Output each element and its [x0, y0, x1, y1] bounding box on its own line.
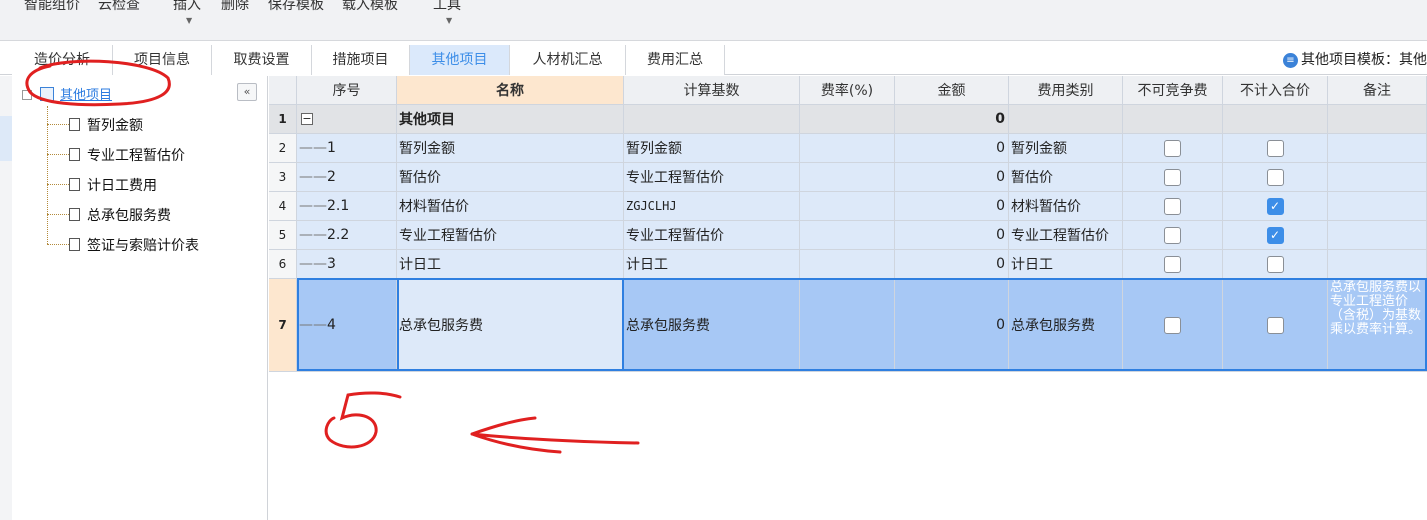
non-competitive-checkbox[interactable] [1164, 255, 1181, 273]
column-header-base[interactable]: 计算基数 [624, 76, 800, 105]
column-header-seq[interactable]: 序号 [297, 76, 397, 105]
tree-item-general-contract-fee[interactable]: 总承包服务费 [47, 205, 171, 225]
exclude-checkbox[interactable] [1266, 316, 1284, 334]
table-row[interactable]: 1 − 其他项目 0 [269, 105, 1427, 134]
document-icon [69, 148, 80, 161]
collapse-group-icon[interactable]: − [301, 113, 313, 125]
tree-side-strip [0, 76, 12, 520]
load-template-button[interactable]: 载入模板 [342, 0, 398, 14]
document-icon [69, 178, 80, 191]
tab-other-items[interactable]: 其他项目 [410, 45, 510, 75]
folder-icon [40, 87, 54, 101]
delete-button[interactable]: 删除 [221, 0, 249, 14]
insert-dropdown-icon[interactable]: ▼ [186, 16, 192, 25]
tree-item-daywork[interactable]: 计日工费用 [47, 175, 157, 195]
template-selector[interactable]: ≡ 其他项目模板：其他 [1283, 49, 1427, 69]
column-header-note[interactable]: 备注 [1328, 76, 1427, 105]
table-row[interactable]: 4 —— 2.1 材料暂估价 ZGJCLHJ 0 材料暂估价 ✓ [269, 192, 1427, 221]
column-header-amount[interactable]: 金额 [895, 76, 1009, 105]
tree-item-specialty-estimate[interactable]: 专业工程暂估价 [47, 145, 185, 165]
exclude-checkbox[interactable] [1266, 168, 1284, 186]
template-icon: ≡ [1283, 53, 1298, 68]
grid-header: 序号 名称 计算基数 费率(%) 金额 费用类别 不可竞争费 不计入合价 备注 [269, 76, 1427, 105]
tree-root-label: 其他项目 [60, 88, 113, 103]
document-icon [69, 208, 80, 221]
table-row-selected[interactable]: 7 —— 4 总承包服务费 总承包服务费 0 总承包服务费 总承包服务费以专业工… [269, 279, 1427, 372]
document-icon [69, 238, 80, 251]
exclude-checkbox-checked[interactable]: ✓ [1266, 197, 1284, 215]
exclude-checkbox[interactable] [1266, 255, 1284, 273]
non-competitive-checkbox[interactable] [1164, 139, 1181, 157]
tab-fee-settings[interactable]: 取费设置 [212, 45, 312, 75]
exclude-checkbox-checked[interactable]: ✓ [1266, 226, 1284, 244]
document-icon [69, 118, 80, 131]
non-competitive-checkbox[interactable] [1164, 316, 1181, 334]
non-competitive-checkbox[interactable] [1164, 197, 1181, 215]
table-row[interactable]: 3 —— 2 暂估价 专业工程暂估价 0 暂估价 [269, 163, 1427, 192]
insert-button[interactable]: 插入 [173, 0, 201, 14]
non-competitive-checkbox[interactable] [1164, 168, 1181, 186]
tools-button[interactable]: 工具 [433, 0, 461, 14]
item-tree-panel: « 其他项目 暂列金额 专业工程暂估价 计日工费用 总承包服务费 签证与索赔计价… [0, 76, 268, 520]
smart-pricing-button[interactable]: 智能组价 [24, 0, 80, 14]
handwritten-digit-annotation [324, 391, 402, 449]
arrow-annotation [470, 416, 640, 454]
exclude-checkbox[interactable] [1266, 139, 1284, 157]
column-header-rate[interactable]: 费率(%) [800, 76, 895, 105]
note-cell[interactable]: 总承包服务费以专业工程造价（含税）为基数乘以费率计算。 [1328, 279, 1427, 372]
tab-bar: 造价分析 项目信息 取费设置 措施项目 其他项目 人材机汇总 费用汇总 ≡ 其他项… [0, 41, 1427, 75]
collapse-panel-button[interactable]: « [237, 83, 257, 101]
tree-item-claims-table[interactable]: 签证与索赔计价表 [47, 235, 199, 255]
tab-cost-analysis[interactable]: 造价分析 [12, 45, 113, 75]
column-header-name[interactable]: 名称 [397, 76, 624, 105]
row-number-header [269, 76, 297, 105]
tree-item-provisional-sum[interactable]: 暂列金额 [47, 115, 143, 135]
column-header-category[interactable]: 费用类别 [1009, 76, 1123, 105]
tab-fee-summary[interactable]: 费用汇总 [626, 45, 725, 75]
tab-project-info[interactable]: 项目信息 [113, 45, 212, 75]
tab-materials-summary[interactable]: 人材机汇总 [510, 45, 626, 75]
tools-dropdown-icon[interactable]: ▼ [446, 16, 452, 25]
cloud-check-button[interactable]: 云检查 [98, 0, 140, 14]
template-label: 其他项目模板：其他 [1301, 52, 1427, 68]
column-header-excluded[interactable]: 不计入合价 [1223, 76, 1328, 105]
tree-expand-box[interactable] [22, 90, 32, 100]
non-competitive-checkbox[interactable] [1164, 226, 1181, 244]
column-header-non-competitive[interactable]: 不可竞争费 [1123, 76, 1223, 105]
table-row[interactable]: 2 —— 1 暂列金额 暂列金额 0 暂列金额 [269, 134, 1427, 163]
table-row[interactable]: 6 —— 3 计日工 计日工 0 计日工 [269, 250, 1427, 279]
save-template-button[interactable]: 保存模板 [268, 0, 324, 14]
table-row[interactable]: 5 —— 2.2 专业工程暂估价 专业工程暂估价 0 专业工程暂估价 ✓ [269, 221, 1427, 250]
tab-measures[interactable]: 措施项目 [312, 45, 410, 75]
tree-root-node[interactable]: 其他项目 [22, 84, 112, 103]
top-toolbar: 智能组价 云检查 插入 ▼ 删除 保存模板 载入模板 工具 ▼ [0, 0, 1427, 41]
